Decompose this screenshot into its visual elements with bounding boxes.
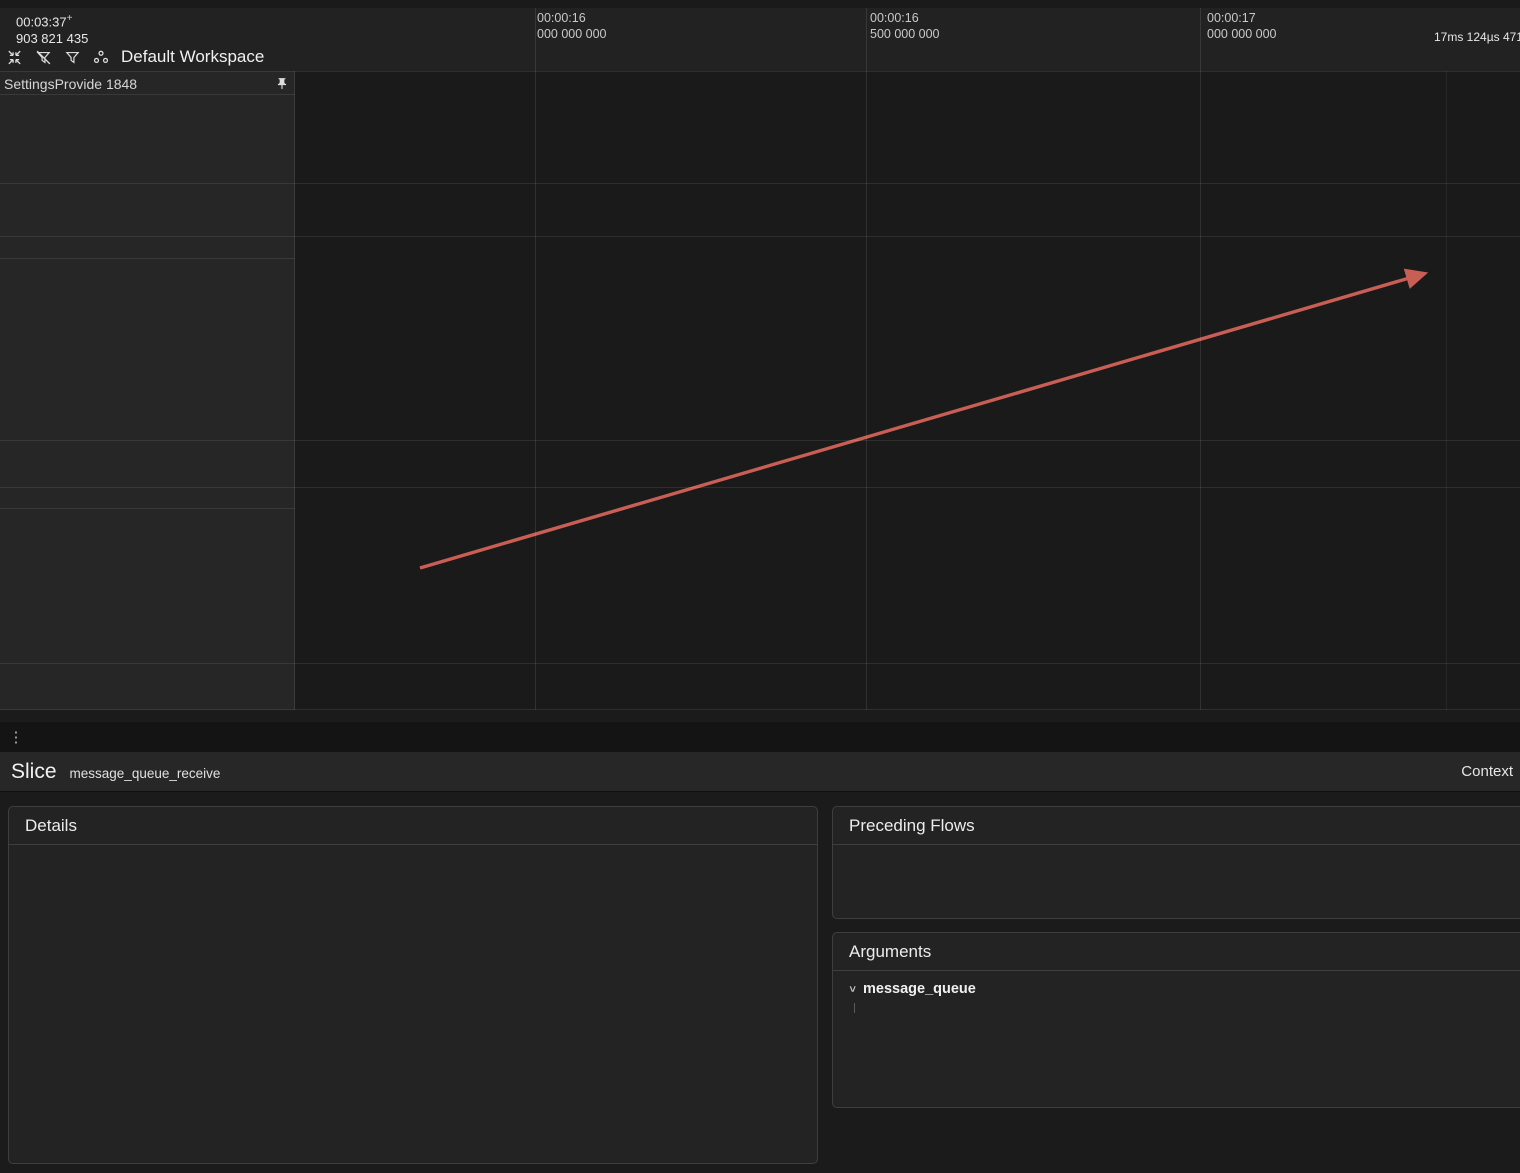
track-title: SettingsProvide 1848 — [4, 76, 138, 92]
track-icons — [275, 76, 289, 92]
details-card: Details — [8, 806, 818, 1164]
track-divider — [0, 663, 1520, 664]
track-canvas-sp1[interactable] — [295, 72, 1520, 94]
timeline-gridline — [1200, 8, 1201, 710]
plus-icon: + — [66, 13, 73, 24]
arguments-title: Arguments — [833, 933, 1520, 971]
filter-off-icon[interactable] — [33, 47, 53, 67]
track-divider — [0, 258, 295, 259]
preceding-flows-title: Preceding Flows — [833, 807, 1520, 845]
pin-icon[interactable] — [275, 76, 289, 92]
tab-kebab-icon[interactable]: ⋮ — [0, 722, 32, 752]
chevron-down-icon: > — [846, 985, 858, 993]
workspace-toolbar: Default Workspace — [4, 44, 264, 70]
timeline-gridline-faint — [1446, 71, 1447, 710]
ruler-timestamp: 00:00:16 000 000 000 — [537, 11, 607, 41]
timeline-gridline — [535, 8, 536, 710]
tab-bar: ⋮ — [0, 722, 1520, 752]
track-divider — [0, 71, 1520, 72]
preceding-flows-card: Preceding Flows — [832, 806, 1520, 919]
timeline-gridline — [866, 8, 867, 710]
selection-duration-marker: 17ms 124µs 471ns — [1434, 30, 1520, 44]
timeline-area: 00:03:37+ 903 821 435 00:00:16 000 000 00… — [0, 0, 1520, 710]
ruler-timestamp: 00:00:16 500 000 000 — [870, 11, 940, 41]
cursor-time: 00:03:37+ 903 821 435 — [16, 13, 89, 47]
details-title: Details — [9, 807, 817, 845]
perfetto-trace-viewer: 00:03:37+ 903 821 435 00:00:16 000 000 00… — [0, 0, 1520, 1173]
track-divider — [0, 94, 295, 95]
collapse-icon[interactable] — [4, 47, 24, 67]
details-panel: ⋮ Slice message_queue_receive Context De… — [0, 710, 1520, 1173]
context-label[interactable]: Context — [1461, 763, 1513, 780]
args-group[interactable]: > message_queue — [846, 981, 1520, 997]
workspace-icon[interactable] — [91, 47, 111, 67]
arguments-card: Arguments > message_queue — [832, 932, 1520, 1108]
selection-header: Slice message_queue_receive Context — [0, 752, 1520, 792]
workspace-name[interactable]: Default Workspace — [121, 47, 264, 67]
selection-name: message_queue_receive — [69, 766, 221, 781]
track-divider — [0, 236, 1520, 237]
track-divider — [0, 487, 1520, 488]
track-label-column — [0, 71, 295, 710]
filter-icon[interactable] — [62, 47, 82, 67]
track-divider — [0, 183, 1520, 184]
track-divider — [0, 440, 1520, 441]
ruler-timestamp: 00:00:17 000 000 000 — [1207, 11, 1277, 41]
track-label-sp1[interactable]: SettingsProvide 1848 — [0, 73, 295, 95]
trace-minimap[interactable] — [0, 0, 1520, 8]
selection-kind: Slice — [11, 759, 57, 783]
track-divider — [0, 508, 295, 509]
